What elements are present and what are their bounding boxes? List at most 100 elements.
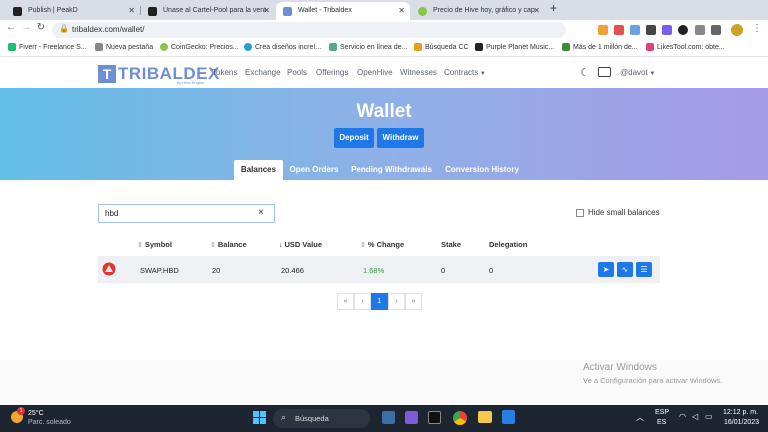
menu-icon[interactable]: ⋮	[752, 23, 762, 34]
nav-contracts[interactable]: Contracts ▼	[444, 68, 486, 77]
metamask-icon[interactable]	[598, 25, 608, 35]
tribaldex-logo[interactable]: T TRIBALDEX by Hive-Engine	[98, 63, 228, 85]
send-button[interactable]: ➤	[598, 262, 614, 277]
column-header-delegation: Delegation	[489, 240, 528, 249]
token-icon	[102, 262, 116, 276]
clock-date[interactable]: 16/01/2023	[724, 419, 759, 426]
coingecko-icon	[418, 7, 427, 16]
bookmark[interactable]: CoinGecko: Precios...	[160, 42, 239, 53]
tab-balances[interactable]: Balances	[234, 160, 283, 180]
tab-conversion-history[interactable]: Conversion History	[442, 160, 522, 180]
moon-icon[interactable]: ☾	[580, 66, 590, 79]
details-button[interactable]: ☰	[636, 262, 652, 277]
page-title: Wallet	[356, 101, 412, 122]
search-input[interactable]: hbd	[98, 204, 275, 223]
language-primary[interactable]: ESP	[655, 409, 669, 416]
clear-icon[interactable]: ×	[258, 207, 264, 218]
nav-exchange[interactable]: Exchange	[245, 68, 281, 77]
page-prev[interactable]: ‹	[354, 293, 371, 310]
cell-stake: 0	[441, 266, 446, 275]
close-tab-icon[interactable]: ✕	[533, 2, 540, 20]
reload-icon[interactable]: ↻	[34, 22, 48, 33]
file-explorer-icon[interactable]	[478, 411, 492, 423]
chart-button[interactable]: ∿	[617, 262, 633, 277]
cell-usd-value: 20.466	[281, 266, 304, 275]
nav-pools[interactable]: Pools	[287, 68, 307, 77]
bookmark[interactable]: Crea diseños increí...	[244, 42, 321, 53]
close-tab-icon[interactable]: ✕	[398, 2, 405, 20]
windows-start-icon[interactable]	[253, 411, 267, 425]
nav-offerings[interactable]: Offerings	[316, 68, 348, 77]
bookmark[interactable]: Búsqueda CC	[414, 42, 469, 53]
bookmark[interactable]: LikesTool.com: obte...	[646, 42, 725, 53]
chrome-icon[interactable]	[453, 411, 467, 425]
page-next[interactable]: ›	[388, 293, 405, 310]
bookmark[interactable]: Más de 1 millón de...	[562, 42, 638, 53]
withdraw-button[interactable]: Withdraw	[377, 128, 424, 148]
browser-tab[interactable]: Precio de Hive hoy, gráfico y cap ✕	[411, 2, 545, 20]
tab-pending-withdrawals[interactable]: Pending Withdrawals	[349, 160, 434, 180]
nav-tokens[interactable]: Tokens	[212, 68, 237, 77]
extension-icon[interactable]	[630, 25, 640, 35]
forward-icon[interactable]: →	[19, 22, 33, 33]
wifi-icon[interactable]: ◠	[679, 412, 686, 421]
bookmark[interactable]: Fiverr - Freelance S...	[8, 42, 87, 53]
tribaldex-icon	[283, 7, 292, 16]
list-icon: ☰	[640, 265, 648, 274]
nav-witnesses[interactable]: Witnesses	[400, 68, 437, 77]
tab-open-orders[interactable]: Open Orders	[287, 160, 341, 180]
taskbar-search[interactable]: ⌕ Búsqueda	[273, 409, 370, 428]
sort-icon: ⇕	[360, 242, 366, 249]
cell-symbol[interactable]: SWAP.HBD	[140, 266, 179, 275]
address-bar[interactable]: 🔒 tribaldex.com/wallet/	[52, 22, 566, 38]
store-icon[interactable]	[502, 410, 515, 424]
deposit-button[interactable]: Deposit	[334, 128, 374, 148]
avatar[interactable]	[731, 24, 743, 36]
extension-icon[interactable]	[678, 25, 688, 35]
new-tab-button[interactable]: +	[550, 1, 557, 15]
cell-delegation: 0	[489, 266, 494, 275]
page-1[interactable]: 1	[371, 293, 388, 310]
page-first[interactable]: «	[337, 293, 354, 310]
hide-small-label: Hide small balances	[588, 208, 660, 217]
wallet-icon[interactable]	[598, 67, 611, 77]
search-icon: ⌕	[281, 412, 287, 422]
column-header-change[interactable]: ⇕% Change	[360, 240, 404, 249]
peakd-icon	[148, 7, 157, 16]
hide-small-checkbox[interactable]	[576, 209, 584, 217]
browser-tab-active[interactable]: Wallet - Tribaldex ✕	[276, 2, 410, 20]
cell-balance: 20	[212, 266, 221, 275]
column-header-symbol[interactable]: ⇕ Symbol	[137, 240, 172, 249]
bookmark[interactable]: Nueva pestaña	[95, 42, 153, 53]
page-last[interactable]: »	[405, 293, 422, 310]
clock-time[interactable]: 12:12 p. m.	[723, 409, 758, 416]
bookmark[interactable]: Servicio en línea de...	[329, 42, 407, 53]
user-menu[interactable]: @davot ▼	[620, 68, 655, 77]
taskview-icon[interactable]	[382, 411, 395, 424]
puzzle-icon[interactable]	[695, 25, 705, 35]
extension-icon[interactable]	[646, 25, 656, 35]
sidebar-icon[interactable]	[711, 25, 721, 35]
app-icon[interactable]	[428, 411, 441, 424]
extension-icon[interactable]	[614, 25, 624, 35]
column-header-usd-value[interactable]: ↓ USD Value	[279, 240, 322, 249]
column-header-balance[interactable]: ⇕ Balance	[210, 240, 247, 249]
browser-tab[interactable]: Publish | PeakD ✕	[6, 2, 140, 20]
language-secondary[interactable]: ES	[657, 419, 666, 426]
nav-openhive[interactable]: OpenHive	[357, 68, 393, 77]
activity-icon: ∿	[621, 265, 629, 274]
browser-tab[interactable]: Únase al Cartel-Pool para la vent ✕	[141, 2, 275, 20]
volume-icon[interactable]: ◁	[692, 412, 698, 421]
chevron-up-icon[interactable]: ︿	[636, 412, 644, 423]
back-icon[interactable]: ←	[4, 22, 18, 33]
battery-icon[interactable]: ▭	[705, 412, 713, 421]
extension-icon[interactable]	[662, 25, 672, 35]
close-tab-icon[interactable]: ✕	[263, 2, 270, 20]
chat-icon[interactable]	[405, 411, 418, 424]
activation-title: Activar Windows	[583, 362, 657, 373]
weather-temp: 25°C	[28, 410, 44, 417]
bookmark[interactable]: Purple Planet Music...	[475, 42, 554, 53]
peakd-icon	[13, 7, 22, 16]
close-tab-icon[interactable]: ✕	[128, 2, 135, 20]
cell-change: 1.68%	[363, 266, 385, 275]
